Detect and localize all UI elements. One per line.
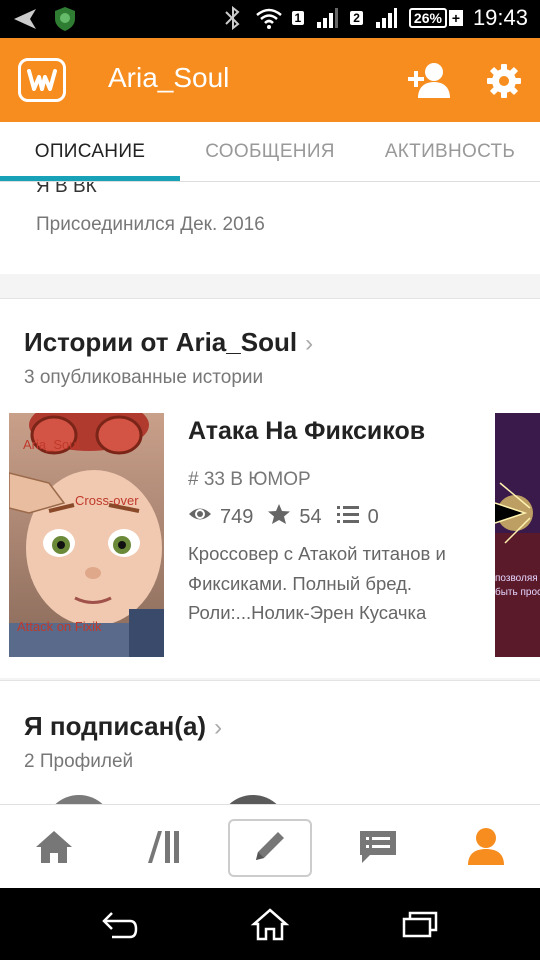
following-count: 2 Профилей <box>24 751 134 772</box>
story-stats: 749 54 0 <box>188 503 379 531</box>
sim2-label: 2 <box>350 11 363 25</box>
back-arrow-icon <box>12 6 38 32</box>
story-title[interactable]: Атака На Фиксиков <box>188 417 425 446</box>
cover-text-crossover: Cross-over <box>75 493 139 508</box>
system-recents-icon[interactable] <box>400 906 440 942</box>
story-description: Кроссовер с Атакой титанов и Фиксиками. … <box>188 543 446 623</box>
bluetooth-off-icon <box>220 5 246 31</box>
system-home-icon[interactable] <box>250 906 290 942</box>
following-card: Я подписан(а) › 2 Профилей <box>0 680 540 804</box>
charging-icon: + <box>448 10 463 26</box>
bottom-navigation <box>0 804 540 888</box>
votes-count: 54 <box>299 505 322 528</box>
story-rank: # 33 В ЮМОР <box>188 469 311 490</box>
clock: 19:43 <box>472 5 528 30</box>
profile-username: Aria_Soul <box>108 62 230 93</box>
story-cover[interactable]: Aria_Soul Cross-over Attack on Fixik <box>9 413 164 657</box>
next-cover-text-2: быть прос <box>495 587 540 598</box>
chevron-right-icon: › <box>214 714 223 741</box>
stories-card: Истории от Aria_Soul › 3 опубликованные и… <box>0 298 540 678</box>
next-cover-text-1: позволяя <box>495 573 538 584</box>
tab-activity[interactable]: АКТИВНОСТЬ <box>360 122 540 182</box>
avatar[interactable] <box>218 795 288 804</box>
following-title: Я подписан(а) <box>24 711 207 741</box>
about-text: Я В ВК <box>36 182 97 197</box>
battery-indicator: 26% + <box>408 8 463 28</box>
wifi-icon <box>255 5 282 31</box>
joined-date: Присоединился Дек. 2016 <box>36 214 265 235</box>
gear-icon[interactable] <box>486 63 522 99</box>
system-back-icon[interactable] <box>100 906 140 942</box>
messages-icon[interactable] <box>350 819 406 875</box>
sim1-label: 1 <box>291 11 305 25</box>
profile-tabs: ОПИСАНИЕ СООБЩЕНИЯ АКТИВНОСТЬ <box>0 122 540 182</box>
tab-indicator <box>0 176 180 181</box>
stories-title: Истории от Aria_Soul <box>24 327 298 357</box>
eye-icon <box>188 503 212 531</box>
battery-level: 26% <box>408 8 447 28</box>
stories-header[interactable]: Истории от Aria_Soul › <box>24 327 313 358</box>
signal1-icon <box>314 5 340 31</box>
shield-app-icon <box>52 6 78 32</box>
profile-icon[interactable] <box>458 819 514 875</box>
wattpad-logo-icon[interactable] <box>18 58 66 102</box>
chevron-right-icon: › <box>305 330 314 357</box>
parts-list-icon <box>336 503 360 531</box>
pencil-icon <box>252 828 288 869</box>
status-bar: 1 2 26% + 19:43 <box>0 0 540 38</box>
avatar[interactable] <box>44 795 114 804</box>
next-story-cover[interactable]: позволяя быть прос <box>495 413 540 657</box>
write-button[interactable] <box>228 819 312 877</box>
about-card: Я В ВК Присоединился Дек. 2016 <box>0 182 540 274</box>
following-header[interactable]: Я подписан(а) › <box>24 711 222 742</box>
tab-messages[interactable]: СООБЩЕНИЯ <box>180 122 360 182</box>
star-icon <box>267 503 291 531</box>
library-icon[interactable] <box>136 819 192 875</box>
add-user-icon[interactable] <box>408 62 452 98</box>
signal2-icon <box>373 5 399 31</box>
app-bar: Aria_Soul <box>0 38 540 122</box>
stories-count: 3 опубликованные истории <box>24 367 264 388</box>
parts-count: 0 <box>367 505 379 528</box>
home-icon[interactable] <box>26 819 82 875</box>
views-count: 749 <box>220 505 254 528</box>
tab-description[interactable]: ОПИСАНИЕ <box>0 122 180 182</box>
profile-content[interactable]: Я В ВК Присоединился Дек. 2016 Истории о… <box>0 182 540 804</box>
cover-text-title: Attack on Fixik <box>17 619 102 634</box>
system-navigation <box>0 888 540 960</box>
cover-text-author: Aria_Soul <box>23 437 80 452</box>
